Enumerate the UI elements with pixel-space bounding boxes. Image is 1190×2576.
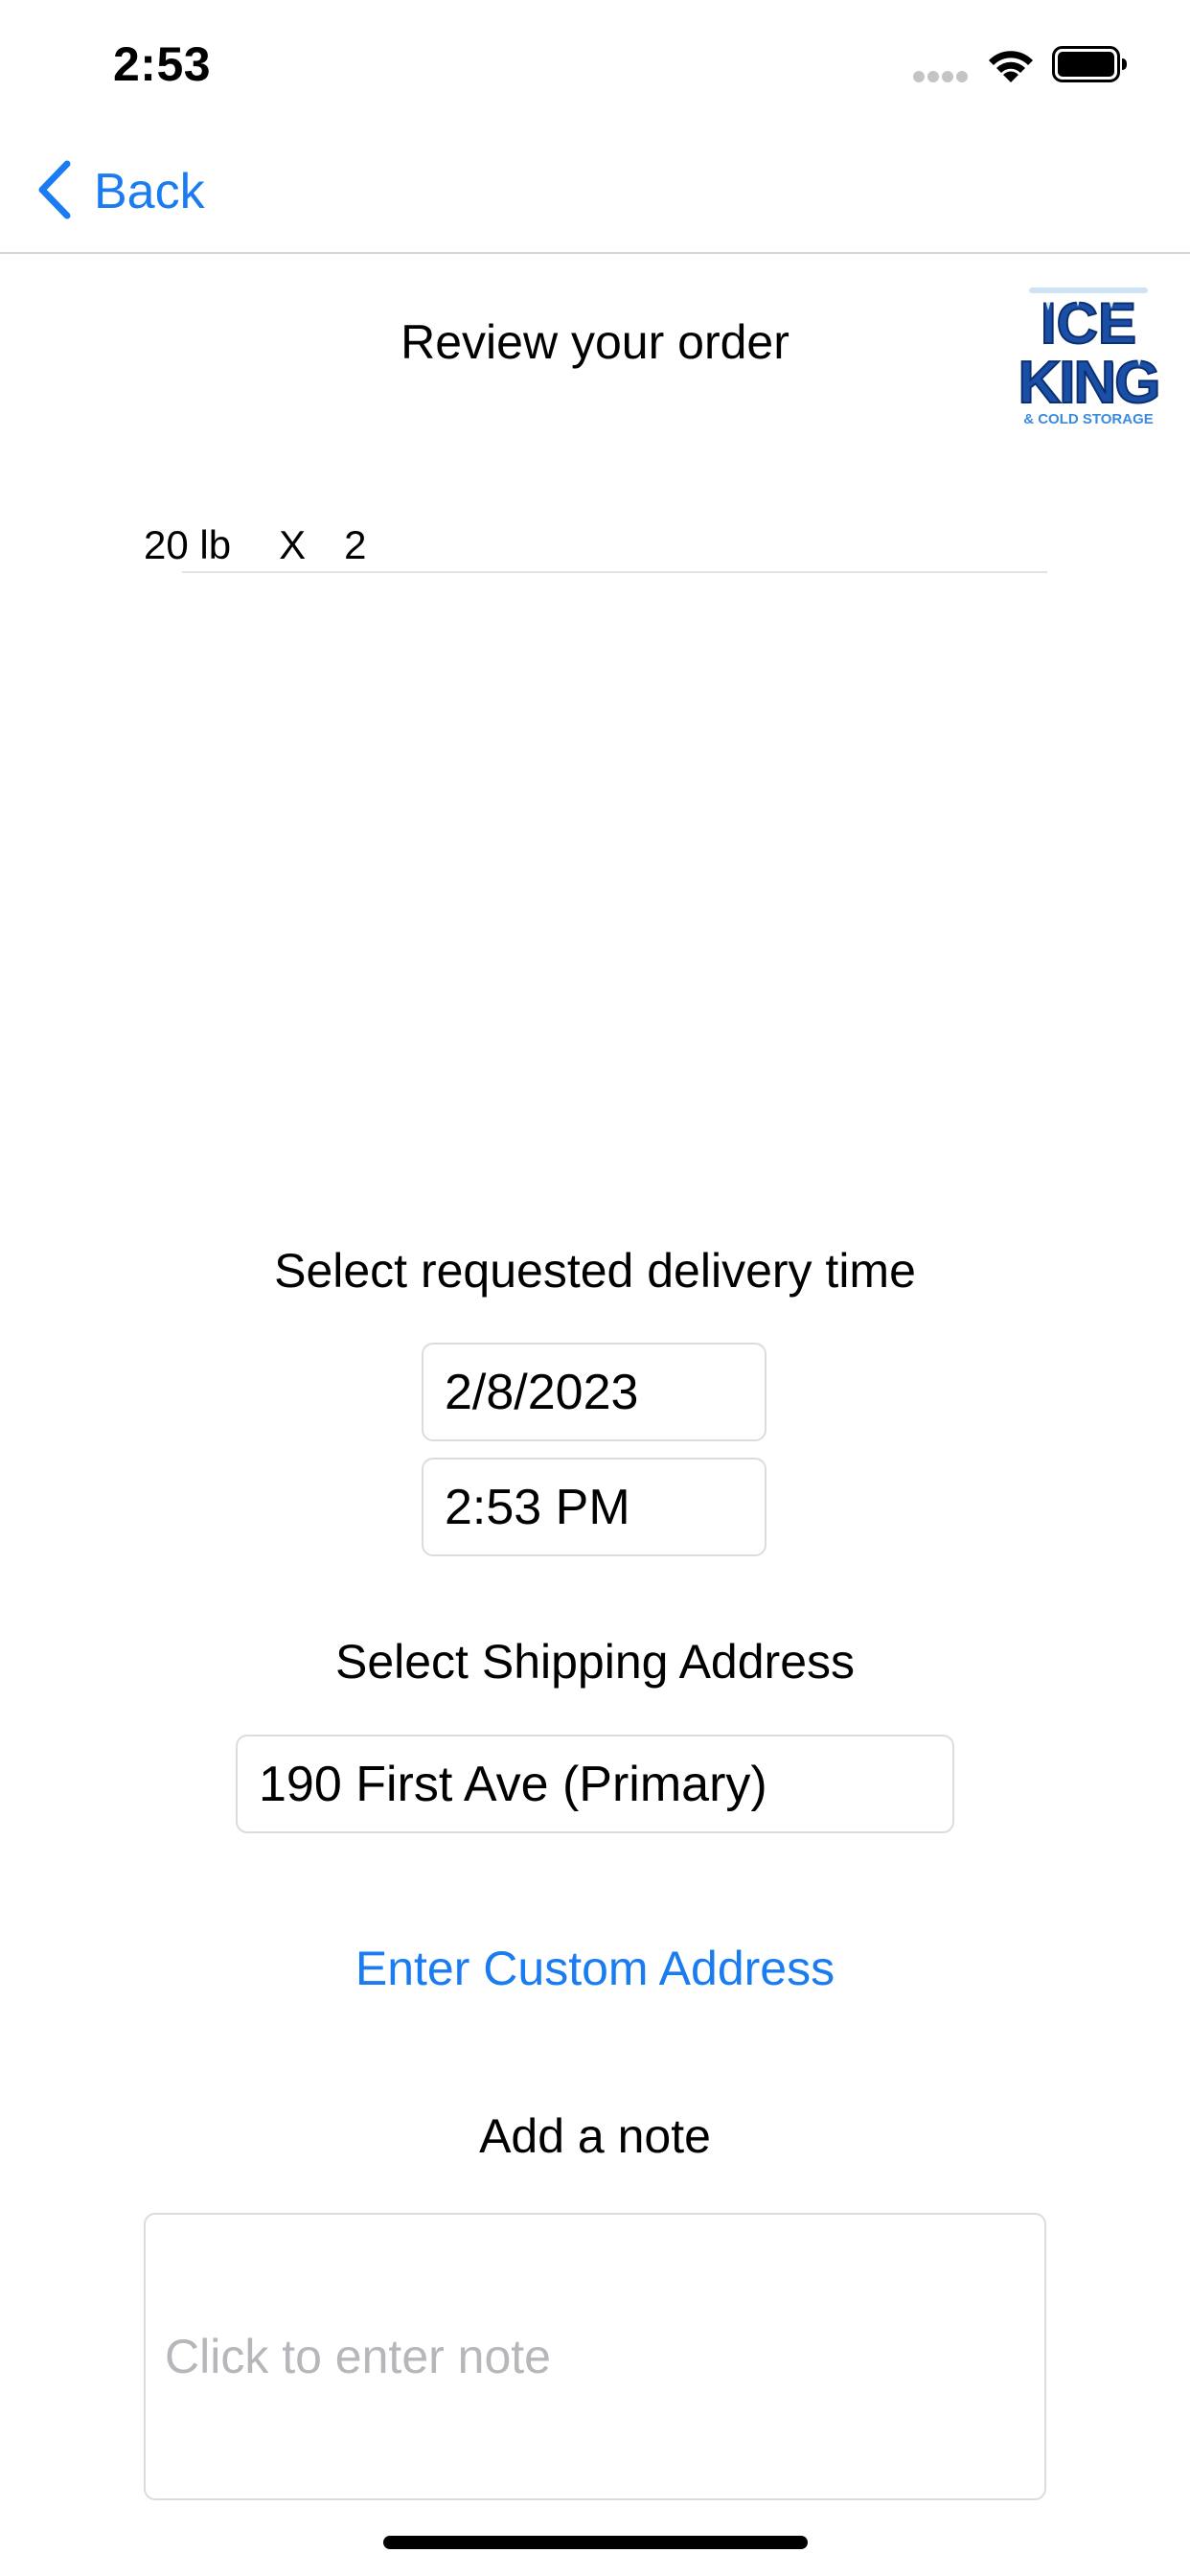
back-button[interactable]: Back (34, 153, 205, 230)
wifi-icon (985, 46, 1037, 91)
delivery-time-value: 2:53 PM (445, 1479, 630, 1535)
home-indicator[interactable] (383, 2536, 808, 2549)
back-label: Back (94, 164, 205, 219)
delivery-time-picker[interactable]: 2:53 PM (422, 1458, 767, 1556)
note-placeholder: Click to enter note (165, 2330, 551, 2383)
order-item-quantity: 2 (344, 522, 367, 567)
shipping-address-picker[interactable]: 190 First Ave (Primary) (236, 1735, 954, 1833)
delivery-date-value: 2/8/2023 (445, 1364, 639, 1420)
delivery-time-label: Select requested delivery time (274, 1244, 916, 1298)
order-item-multiplier: X (279, 522, 307, 567)
enter-custom-address-button[interactable]: Enter Custom Address (0, 1941, 1190, 1996)
logo-line1: ICE (1041, 291, 1136, 356)
battery-icon (1052, 46, 1129, 87)
shipping-address-value: 190 First Ave (Primary) (259, 1756, 767, 1812)
ice-king-logo: ICE KING & COLD STORAGE (1016, 284, 1162, 429)
nav-divider (0, 252, 1190, 254)
status-time: 2:53 (113, 37, 212, 91)
add-note-label: Add a note (479, 2109, 711, 2163)
order-item-divider (182, 571, 1047, 573)
signal-icon (913, 70, 969, 88)
logo-tagline: & COLD STORAGE (1023, 411, 1154, 427)
order-item-size: 20 lb (144, 522, 232, 567)
shipping-address-label: Select Shipping Address (334, 1635, 856, 1689)
chevron-left-icon (34, 160, 73, 224)
note-input[interactable]: Click to enter note (144, 2213, 1046, 2500)
delivery-date-picker[interactable]: 2/8/2023 (422, 1343, 767, 1441)
page-title: Review your order (400, 315, 790, 369)
order-item-row: 20 lb X 2 (144, 522, 366, 568)
